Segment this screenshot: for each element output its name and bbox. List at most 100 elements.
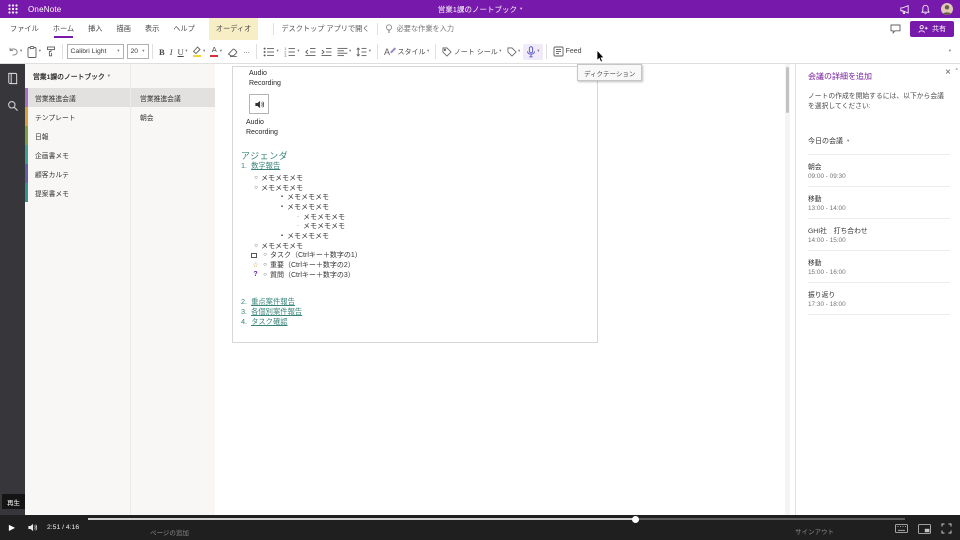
list-item[interactable]: ▪メモメモメモ — [233, 231, 597, 241]
list-item[interactable]: ·メモメモメモ — [233, 221, 597, 231]
font-size-select[interactable]: 20 ▾ — [127, 44, 149, 59]
meeting-list-item[interactable]: 朝会 09:00 - 09:30 — [808, 155, 950, 187]
scrollbar-thumb[interactable] — [786, 67, 789, 113]
search-icon[interactable] — [7, 100, 19, 112]
sidebar-item-section[interactable]: 提案書メモ — [25, 183, 130, 202]
content-scrollbar[interactable] — [785, 64, 790, 515]
notebook-title-switcher[interactable]: 営業1課のノートブック ▾ — [438, 4, 522, 15]
dictate-button[interactable]: ▾ — [523, 44, 543, 60]
keyboard-icon[interactable] — [895, 524, 908, 533]
meeting-list-item[interactable]: GHI社 打ち合わせ 14:00 - 15:00 — [808, 219, 950, 251]
list-item[interactable]: ○メモメモメモ — [233, 173, 597, 183]
meeting-list-item[interactable]: 振り返り 17:30 - 18:00 — [808, 283, 950, 315]
agenda-numbered-item[interactable]: 3. 各個別案件報告 — [241, 307, 302, 317]
font-size-value: 20 — [131, 48, 139, 55]
undo-button[interactable]: ▾ — [5, 45, 25, 59]
close-icon[interactable]: × — [945, 68, 951, 78]
todo-checkbox[interactable] — [251, 253, 257, 259]
collapse-ribbon-button[interactable]: ▾ — [946, 47, 955, 56]
sidebar-item-section[interactable]: 顧客カルテ — [25, 164, 130, 183]
signout-link[interactable]: サインアウト — [795, 526, 834, 536]
list-item[interactable]: ▪メモメモメモ — [233, 192, 597, 202]
sidebar-item-section[interactable]: 企画書メモ — [25, 145, 130, 164]
tab-help[interactable]: ヘルプ — [173, 18, 195, 40]
bullet-list-button[interactable]: ▾ — [260, 45, 281, 59]
sidebar-item-section[interactable]: 営業推進会議 — [25, 88, 130, 107]
tab-file[interactable]: ファイル — [10, 18, 39, 40]
page-list-item[interactable]: 朝会 — [131, 107, 215, 126]
font-name-value: Calibri Light — [71, 48, 107, 55]
line-spacing-button[interactable]: ▾ — [354, 45, 374, 59]
audio-recording-object[interactable] — [249, 94, 269, 114]
styles-button[interactable]: A スタイル ▾ — [382, 44, 432, 59]
sidebar-item-section[interactable]: テンプレート — [25, 107, 130, 126]
align-button[interactable]: ▾ — [334, 45, 354, 59]
meeting-list-item[interactable]: 移動 13:00 - 14:00 — [808, 187, 950, 219]
list-item[interactable]: ▪メモメモメモ — [233, 202, 597, 212]
chevron-down-icon: ▾ — [537, 49, 539, 54]
list-item-important[interactable]: ☆ ○ 重要（Ctrlキー＋数字の2） — [233, 260, 597, 270]
user-avatar[interactable] — [941, 3, 953, 15]
megaphone-icon[interactable] — [899, 4, 910, 15]
italic-button[interactable]: I — [167, 45, 175, 59]
volume-icon[interactable] — [27, 522, 38, 533]
tell-me-input[interactable]: 必要な作業を入力 — [385, 24, 455, 34]
outdent-button[interactable] — [302, 45, 318, 59]
list-item-question[interactable]: ? ○ 質問（Ctrlキー＋数字の3） — [233, 270, 597, 280]
chevron-up-icon[interactable]: ▴ — [955, 66, 958, 72]
font-name-select[interactable]: Calibri Light ▾ — [67, 44, 124, 59]
section-color-bar — [25, 183, 28, 202]
agenda-numbered-item[interactable]: 1. 数字報告 — [241, 161, 280, 171]
bell-icon[interactable] — [920, 4, 931, 15]
agenda-numbered-item[interactable]: 4. タスク確認 — [241, 317, 288, 327]
clear-formatting-button[interactable] — [224, 45, 240, 59]
highlight-button[interactable]: ▾ — [190, 44, 208, 59]
tab-draw[interactable]: 描画 — [117, 18, 131, 40]
list-item-task[interactable]: ○ タスク（Ctrlキー＋数字の1） — [233, 251, 597, 261]
bold-button[interactable]: B — [157, 45, 168, 59]
question-tag-icon: ? — [251, 271, 260, 278]
list-item[interactable]: ○メモメモメモ — [233, 183, 597, 193]
paste-button[interactable]: ▾ — [25, 44, 44, 60]
list-item[interactable]: ·メモメモメモ — [233, 212, 597, 222]
font-color-icon: A — [210, 46, 218, 57]
add-page-button[interactable]: ページの追加 — [150, 527, 189, 537]
meeting-time: 15:00 - 16:00 — [808, 269, 950, 276]
fullscreen-icon[interactable] — [941, 523, 952, 534]
player-progress-knob[interactable] — [632, 516, 639, 523]
tab-home[interactable]: ホーム — [53, 18, 74, 40]
list-item[interactable]: ○メモメモメモ — [233, 241, 597, 251]
page-list-item[interactable]: 営業推進会議 — [131, 88, 215, 107]
open-in-desktop-button[interactable]: デスクトップ アプリで開く — [281, 24, 369, 34]
picture-in-picture-icon[interactable] — [918, 524, 931, 534]
page-canvas[interactable]: Audio Recording Audio Recording アジェンダ 1.… — [215, 64, 790, 515]
indent-button[interactable] — [318, 45, 334, 59]
notebook-header[interactable]: 営業1課のノートブック ▾ — [25, 64, 130, 88]
tab-view[interactable]: 表示 — [145, 18, 159, 40]
feed-button[interactable]: Feed — [551, 44, 584, 59]
note-seals-button[interactable]: ノート シール ▾ — [440, 45, 504, 59]
meeting-details-panel: 会議の詳細を追加 × ▴ ノートの作成を開始するには、以下から会議を選択してくだ… — [795, 64, 960, 515]
sidebar-item-section[interactable]: 日報 — [25, 126, 130, 145]
share-button[interactable]: 共有 — [910, 21, 954, 37]
tab-insert[interactable]: 挿入 — [88, 18, 102, 40]
styles-pencil-icon: A — [384, 46, 396, 57]
format-painter-button[interactable] — [44, 44, 59, 59]
more-formatting-button[interactable]: … — [240, 46, 252, 57]
seal-picker-button[interactable]: ▾ — [504, 45, 523, 59]
content-outline[interactable]: Audio Recording Audio Recording アジェンダ 1.… — [232, 66, 598, 343]
font-color-button[interactable]: A ▾ — [208, 44, 225, 59]
app-name[interactable]: OneNote — [28, 5, 61, 14]
numbered-list-button[interactable]: 123 ▾ — [281, 45, 302, 59]
notebooks-icon[interactable] — [6, 72, 19, 85]
today-meetings-dropdown[interactable]: 今日の会議 ▾ — [808, 136, 849, 146]
play-button[interactable]: ▶ — [3, 519, 21, 536]
agenda-numbered-item[interactable]: 2. 重点案件報告 — [241, 297, 295, 307]
comment-icon[interactable] — [890, 24, 901, 34]
app-launcher-waffle-icon[interactable] — [0, 0, 26, 18]
seek-bar[interactable] — [88, 518, 905, 520]
underline-button[interactable]: U ▾ — [175, 45, 190, 59]
styles-label: スタイル — [398, 47, 426, 57]
tab-audio[interactable]: オーディオ — [209, 18, 258, 40]
meeting-list-item[interactable]: 移動 15:00 - 16:00 — [808, 251, 950, 283]
